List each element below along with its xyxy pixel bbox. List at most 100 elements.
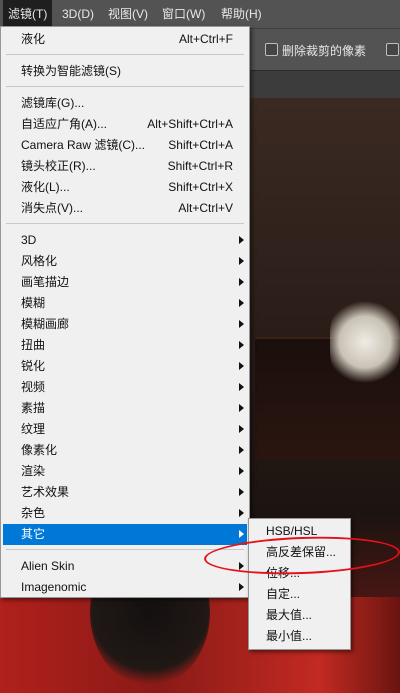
menu-item-brush-strokes[interactable]: 画笔描边	[3, 272, 247, 293]
menu-item-convert-smart-filter[interactable]: 转换为智能滤镜(S)	[3, 61, 247, 82]
menu-separator	[6, 86, 244, 87]
submenu-arrow-icon	[239, 299, 244, 307]
menu-item-label: 自适应广角(A)...	[21, 117, 107, 131]
menu-item-lens-correction[interactable]: 镜头校正(R)... Shift+Ctrl+R	[3, 156, 247, 177]
submenu-arrow-icon	[239, 530, 244, 538]
menu-item-label: Camera Raw 滤镜(C)...	[21, 138, 146, 152]
menu-separator	[6, 549, 244, 550]
menu-item-shortcut: Alt+Ctrl+V	[178, 201, 233, 215]
menu-view[interactable]: 视图(V)	[103, 0, 153, 28]
submenu-item-high-pass[interactable]: 高反差保留...	[251, 542, 348, 563]
menu-item-label: 其它	[21, 527, 46, 541]
submenu-arrow-icon	[239, 278, 244, 286]
menu-item-render[interactable]: 渲染	[3, 461, 247, 482]
menu-item-label: 滤镜库(G)...	[21, 96, 85, 110]
submenu-item-minimum[interactable]: 最小值...	[251, 626, 348, 647]
submenu-arrow-icon	[239, 446, 244, 454]
submenu-arrow-icon	[239, 236, 244, 244]
submenu-item-maximum[interactable]: 最大值...	[251, 605, 348, 626]
menu-item-pixelate[interactable]: 像素化	[3, 440, 247, 461]
menu-item-shortcut: Alt+Shift+Ctrl+A	[147, 117, 233, 131]
submenu-arrow-icon	[239, 509, 244, 517]
menu-item-label: 杂色	[21, 506, 46, 520]
menu-item-shortcut: Shift+Ctrl+A	[168, 138, 233, 152]
menu-item-video[interactable]: 视频	[3, 377, 247, 398]
menu-item-3d[interactable]: 3D	[3, 230, 247, 251]
menu-item-alien-skin[interactable]: Alien Skin	[3, 556, 247, 577]
submenu-arrow-icon	[239, 320, 244, 328]
menu-filter[interactable]: 滤镜(T)	[3, 0, 53, 28]
menu-help[interactable]: 帮助(H)	[216, 0, 267, 28]
menu-item-label: 模糊画廊	[21, 317, 70, 331]
menu-item-label: 素描	[21, 401, 46, 415]
menu-item-label: 消失点(V)...	[21, 201, 83, 215]
menu-3d[interactable]: 3D(D)	[57, 0, 99, 28]
submenu-arrow-icon	[239, 341, 244, 349]
submenu-item-label: 位移...	[266, 566, 301, 580]
menu-item-label: 模糊	[21, 296, 46, 310]
submenu-arrow-icon	[239, 383, 244, 391]
photo-flower	[330, 297, 400, 387]
submenu-item-hsb-hsl[interactable]: HSB/HSL	[251, 521, 348, 542]
submenu-arrow-icon	[239, 404, 244, 412]
delete-cropped-label: 删除裁剪的像素	[282, 44, 367, 58]
menu-item-label: 扭曲	[21, 338, 46, 352]
delete-cropped-checkbox[interactable]	[265, 43, 278, 56]
filter-menu: 液化 Alt+Ctrl+F 转换为智能滤镜(S) 滤镜库(G)... 自适应广角…	[0, 26, 250, 598]
submenu-item-label: 自定...	[266, 587, 301, 601]
other-submenu: HSB/HSL 高反差保留... 位移... 自定... 最大值... 最小值.…	[248, 518, 351, 650]
menu-item-sketch[interactable]: 素描	[3, 398, 247, 419]
menu-item-filter-gallery[interactable]: 滤镜库(G)...	[3, 93, 247, 114]
menu-item-label: Alien Skin	[21, 559, 75, 573]
menu-separator	[6, 223, 244, 224]
menu-item-label: 像素化	[21, 443, 58, 457]
menu-item-label: 转换为智能滤镜(S)	[21, 64, 121, 78]
submenu-arrow-icon	[239, 467, 244, 475]
menu-item-last-filter[interactable]: 液化 Alt+Ctrl+F	[3, 29, 247, 50]
menu-item-label: 液化	[21, 32, 46, 46]
menu-item-blur-gallery[interactable]: 模糊画廊	[3, 314, 247, 335]
options-checkbox-2[interactable]	[386, 43, 399, 56]
submenu-arrow-icon	[239, 562, 244, 570]
menu-item-blur[interactable]: 模糊	[3, 293, 247, 314]
submenu-item-label: 最大值...	[266, 608, 313, 622]
menu-item-label: 纹理	[21, 422, 46, 436]
menubar: 滤镜(T) 3D(D) 视图(V) 窗口(W) 帮助(H)	[0, 0, 400, 28]
menu-item-noise[interactable]: 杂色	[3, 503, 247, 524]
menu-item-label: 艺术效果	[21, 485, 70, 499]
menu-item-camera-raw[interactable]: Camera Raw 滤镜(C)... Shift+Ctrl+A	[3, 135, 247, 156]
menu-item-distort[interactable]: 扭曲	[3, 335, 247, 356]
submenu-arrow-icon	[239, 257, 244, 265]
menu-item-label: 镜头校正(R)...	[21, 159, 96, 173]
menu-item-stylize[interactable]: 风格化	[3, 251, 247, 272]
submenu-item-offset[interactable]: 位移...	[251, 563, 348, 584]
submenu-arrow-icon	[239, 488, 244, 496]
menu-item-texture[interactable]: 纹理	[3, 419, 247, 440]
menu-item-label: Imagenomic	[21, 580, 87, 594]
submenu-item-label: 高反差保留...	[266, 545, 337, 559]
menu-item-shortcut: Shift+Ctrl+X	[168, 180, 233, 194]
submenu-item-label: HSB/HSL	[266, 524, 318, 538]
menu-item-artistic[interactable]: 艺术效果	[3, 482, 247, 503]
menu-item-other[interactable]: 其它	[3, 524, 247, 545]
menu-window[interactable]: 窗口(W)	[157, 0, 210, 28]
menu-item-sharpen[interactable]: 锐化	[3, 356, 247, 377]
menu-item-label: 液化(L)...	[21, 180, 70, 194]
submenu-arrow-icon	[239, 362, 244, 370]
menu-separator	[6, 54, 244, 55]
menu-item-label: 3D	[21, 233, 37, 247]
menu-item-label: 视频	[21, 380, 46, 394]
submenu-arrow-icon	[239, 425, 244, 433]
menu-item-vanishing-point[interactable]: 消失点(V)... Alt+Ctrl+V	[3, 198, 247, 219]
submenu-item-custom[interactable]: 自定...	[251, 584, 348, 605]
submenu-arrow-icon	[239, 583, 244, 591]
menu-item-label: 画笔描边	[21, 275, 70, 289]
menu-item-imagenomic[interactable]: Imagenomic	[3, 577, 247, 598]
menu-item-label: 风格化	[21, 254, 58, 268]
menu-item-adaptive-wide-angle[interactable]: 自适应广角(A)... Alt+Shift+Ctrl+A	[3, 114, 247, 135]
menu-item-shortcut: Shift+Ctrl+R	[167, 159, 233, 173]
menu-item-label: 锐化	[21, 359, 46, 373]
menu-item-liquify[interactable]: 液化(L)... Shift+Ctrl+X	[3, 177, 247, 198]
menu-item-label: 渲染	[21, 464, 46, 478]
menu-item-shortcut: Alt+Ctrl+F	[178, 32, 233, 46]
